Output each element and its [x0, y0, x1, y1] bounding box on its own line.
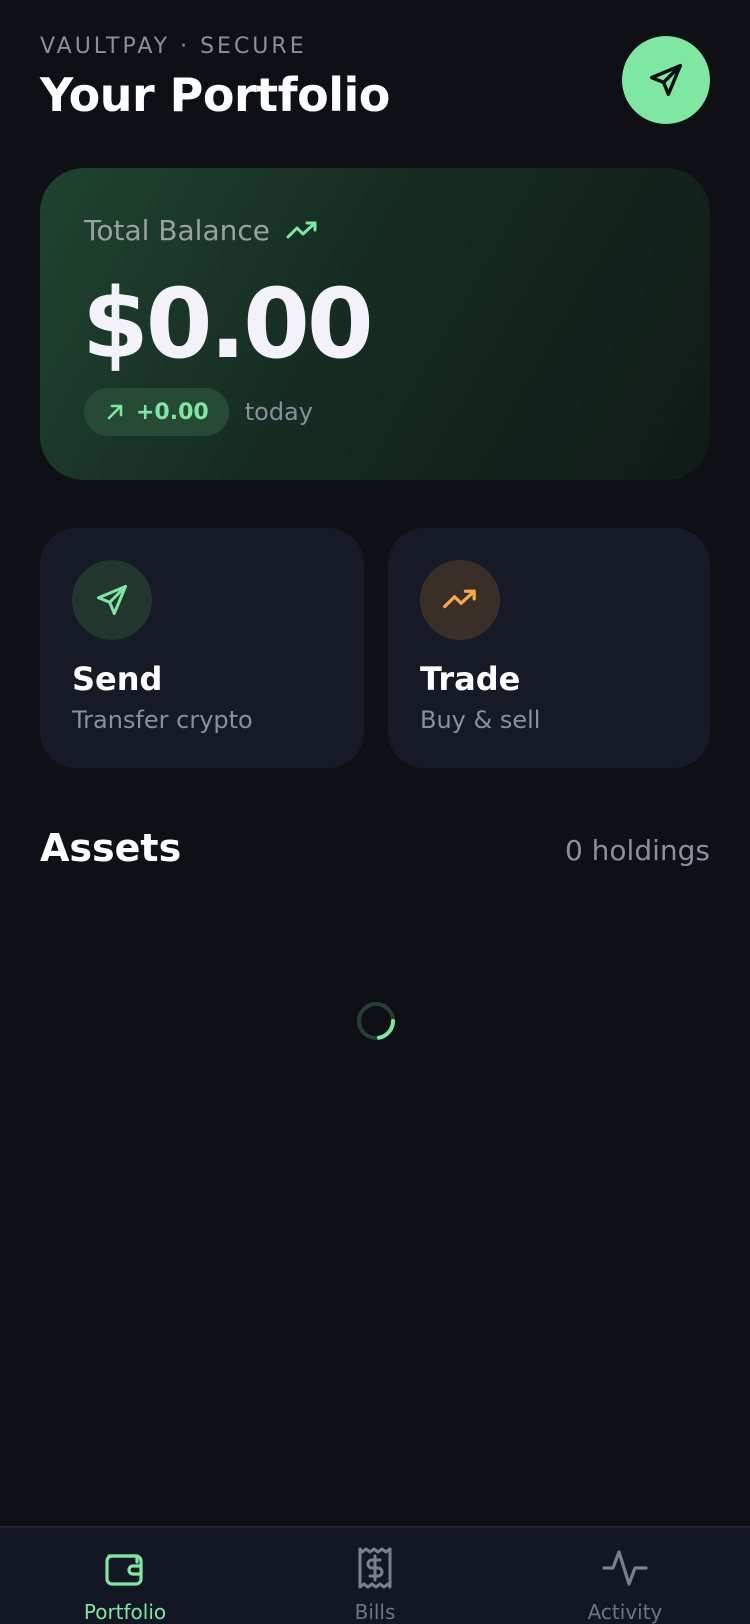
trade-subtitle: Buy & sell	[420, 706, 541, 734]
change-value: +0.00	[136, 399, 209, 425]
nav-item-portfolio[interactable]: Portfolio	[0, 1528, 250, 1624]
page-title: Your Portfolio	[40, 68, 390, 122]
balance-label: Total Balance	[84, 214, 270, 247]
send-icon-circle	[72, 560, 152, 640]
assets-header: Assets 0 holdings	[40, 826, 710, 876]
send-icon	[97, 585, 127, 615]
trade-action-card[interactable]: Trade Buy & sell	[388, 528, 710, 768]
send-icon	[650, 64, 682, 96]
app-eyebrow: VAULTPAY · SECURE	[40, 34, 307, 59]
send-subtitle: Transfer crypto	[72, 706, 253, 734]
receipt-icon	[358, 1547, 392, 1589]
send-title: Send	[72, 660, 163, 698]
loading-spinner-icon	[357, 1002, 395, 1040]
nav-item-bills[interactable]: Bills	[250, 1528, 500, 1624]
arrow-up-right-icon	[107, 404, 123, 420]
assets-count: 0 holdings	[564, 834, 710, 867]
nav-label-bills: Bills	[354, 1600, 396, 1624]
bottom-nav: Portfolio Bills Activity	[0, 1526, 750, 1624]
balance-value: $0.00	[82, 268, 374, 380]
trending-up-icon	[286, 221, 317, 238]
nav-item-activity[interactable]: Activity	[500, 1528, 750, 1624]
nav-label-activity: Activity	[587, 1600, 663, 1624]
change-period: today	[244, 398, 313, 426]
header: VAULTPAY · SECURE Your Portfolio	[40, 32, 710, 132]
send-button[interactable]	[622, 36, 710, 124]
balance-label-row: Total Balance	[84, 214, 318, 247]
trending-up-icon	[443, 589, 476, 609]
activity-icon	[602, 1550, 648, 1586]
change-badge: +0.00	[84, 388, 229, 436]
balance-card: Total Balance $0.00 +0.00 today	[40, 168, 710, 480]
send-action-card[interactable]: Send Transfer crypto	[40, 528, 364, 768]
trade-icon-circle	[420, 560, 500, 640]
change-row: +0.00 today	[84, 388, 313, 436]
wallet-icon	[105, 1554, 143, 1586]
trade-title: Trade	[420, 660, 521, 698]
portfolio-screen: VAULTPAY · SECURE Your Portfolio Total B…	[0, 0, 750, 1624]
assets-title: Assets	[40, 826, 182, 870]
nav-label-portfolio: Portfolio	[83, 1600, 167, 1624]
